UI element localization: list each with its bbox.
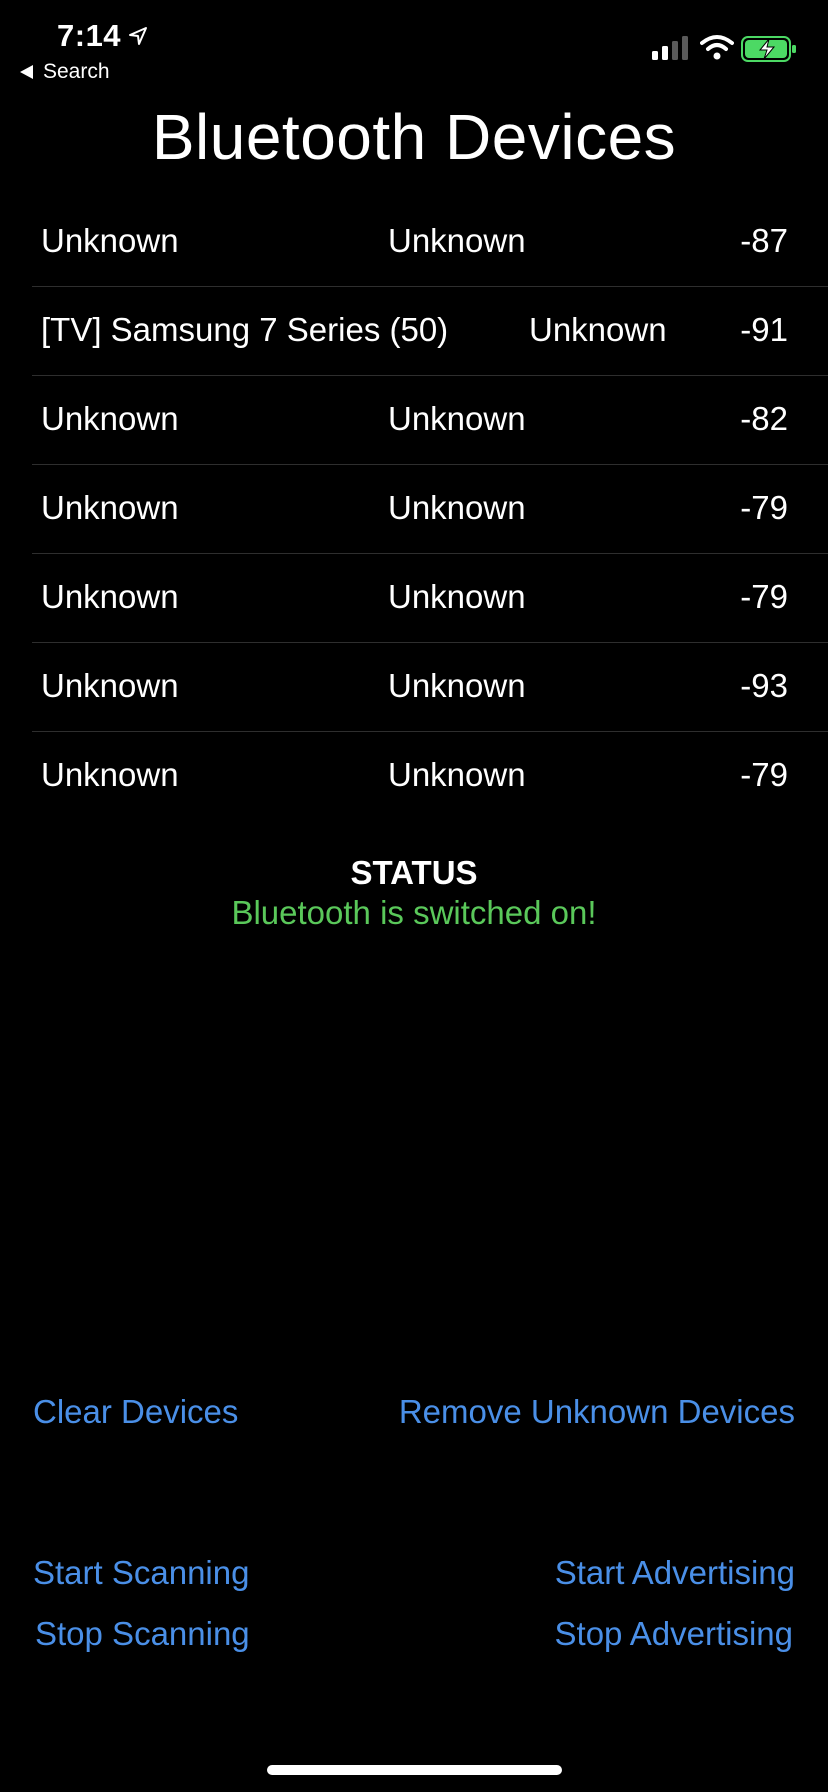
status-time: 7:14 xyxy=(57,18,122,53)
device-uuid: Unknown xyxy=(388,400,526,437)
device-row[interactable]: Unknown Unknown -93 xyxy=(32,643,828,732)
device-rssi: -79 xyxy=(740,756,788,793)
device-rssi: -82 xyxy=(740,400,788,437)
status-heading: STATUS xyxy=(350,854,478,891)
device-name: Unknown xyxy=(41,222,179,259)
device-row[interactable]: Unknown Unknown -79 xyxy=(32,465,828,554)
device-uuid: Unknown xyxy=(388,756,526,793)
start-scanning-button[interactable]: Start Scanning xyxy=(33,1554,249,1592)
clear-devices-button[interactable]: Clear Devices xyxy=(33,1393,238,1431)
device-name: Unknown xyxy=(41,400,179,437)
location-arrow-icon xyxy=(129,27,147,45)
page-title: Bluetooth Devices xyxy=(151,101,677,173)
device-row[interactable]: [TV] Samsung 7 Series (50) Unknown -91 xyxy=(32,287,828,376)
battery-charging-icon xyxy=(741,36,796,62)
home-indicator[interactable] xyxy=(267,1765,562,1775)
status-bar: 7:14 Search xyxy=(0,0,828,90)
device-uuid: Unknown xyxy=(529,311,667,348)
device-row[interactable]: Unknown Unknown -79 xyxy=(32,732,828,820)
device-name: Unknown xyxy=(41,489,179,526)
device-name: Unknown xyxy=(41,667,179,704)
device-uuid: Unknown xyxy=(388,222,526,259)
back-to-search-link[interactable]: Search xyxy=(20,60,110,84)
device-list: Unknown Unknown -87 [TV] Samsung 7 Serie… xyxy=(32,198,828,820)
device-row[interactable]: Unknown Unknown -79 xyxy=(32,554,828,643)
device-uuid: Unknown xyxy=(388,489,526,526)
stop-scanning-button[interactable]: Stop Scanning xyxy=(35,1615,250,1653)
device-rssi: -91 xyxy=(740,311,788,348)
back-arrow-icon xyxy=(20,65,33,79)
device-uuid: Unknown xyxy=(388,667,526,704)
device-rssi: -87 xyxy=(740,222,788,259)
device-rssi: -79 xyxy=(740,489,788,526)
back-link-label: Search xyxy=(43,60,110,83)
device-uuid: Unknown xyxy=(388,578,526,615)
device-row[interactable]: Unknown Unknown -87 xyxy=(32,198,828,287)
wifi-icon xyxy=(700,35,734,60)
stop-advertising-button[interactable]: Stop Advertising xyxy=(555,1615,793,1653)
start-advertising-button[interactable]: Start Advertising xyxy=(555,1554,795,1592)
device-name: Unknown xyxy=(41,756,179,793)
cellular-signal-icon xyxy=(652,36,688,60)
device-rssi: -93 xyxy=(740,667,788,704)
device-name: Unknown xyxy=(41,578,179,615)
status-message: Bluetooth is switched on! xyxy=(231,894,597,931)
remove-unknown-devices-button[interactable]: Remove Unknown Devices xyxy=(399,1393,795,1431)
device-rssi: -79 xyxy=(740,578,788,615)
device-row[interactable]: Unknown Unknown -82 xyxy=(32,376,828,465)
device-name: [TV] Samsung 7 Series (50) xyxy=(41,311,449,348)
